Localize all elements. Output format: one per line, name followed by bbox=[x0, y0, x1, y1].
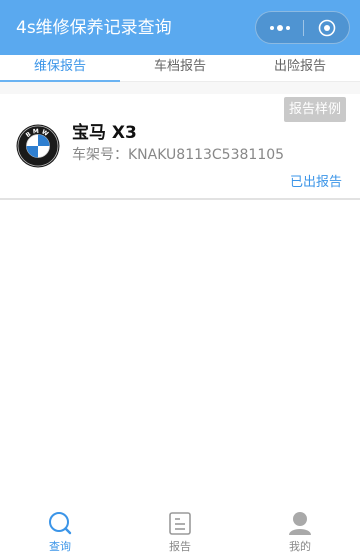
bottom-tab-label: 查询 bbox=[49, 540, 71, 553]
sample-report-button[interactable]: 报告样例 bbox=[284, 97, 346, 122]
bmw-logo: BMW bbox=[16, 124, 60, 168]
car-name: 宝马 X3 bbox=[72, 123, 137, 143]
search-icon bbox=[48, 511, 72, 537]
bottom-tab-search[interactable]: 查询 bbox=[0, 505, 120, 560]
report-card[interactable]: 报告样例 BMW 宝马 X3 车架号：KNAKU8113C5381105 已出报… bbox=[0, 94, 360, 200]
tab-maintenance-report[interactable]: 维保报告 bbox=[0, 55, 120, 81]
user-icon bbox=[288, 511, 312, 537]
mini-program-capsule bbox=[255, 11, 350, 44]
section-gap bbox=[0, 82, 360, 94]
tab-insurance-claim-report[interactable]: 出险报告 bbox=[240, 55, 360, 81]
report-status-link[interactable]: 已出报告 bbox=[290, 174, 342, 192]
report-tabs: 维保报告 车档报告 出险报告 bbox=[0, 55, 360, 82]
nav-bar: 4s维修保养记录查询 bbox=[0, 0, 360, 55]
close-circle-icon[interactable] bbox=[304, 12, 350, 43]
vin-number: 车架号：KNAKU8113C5381105 bbox=[72, 147, 285, 163]
tab-vehicle-file-report[interactable]: 车档报告 bbox=[120, 55, 240, 81]
bottom-tab-report[interactable]: 报告 bbox=[120, 505, 240, 560]
report-icon bbox=[168, 511, 192, 537]
bottom-tab-label: 报告 bbox=[169, 540, 191, 553]
bottom-tab-label: 我的 bbox=[289, 540, 311, 553]
bottom-tab-bar: 查询 报告 我的 bbox=[0, 505, 360, 560]
page-title: 4s维修保养记录查询 bbox=[16, 18, 172, 38]
more-dots-icon[interactable] bbox=[256, 12, 303, 43]
bottom-tab-profile[interactable]: 我的 bbox=[240, 505, 360, 560]
